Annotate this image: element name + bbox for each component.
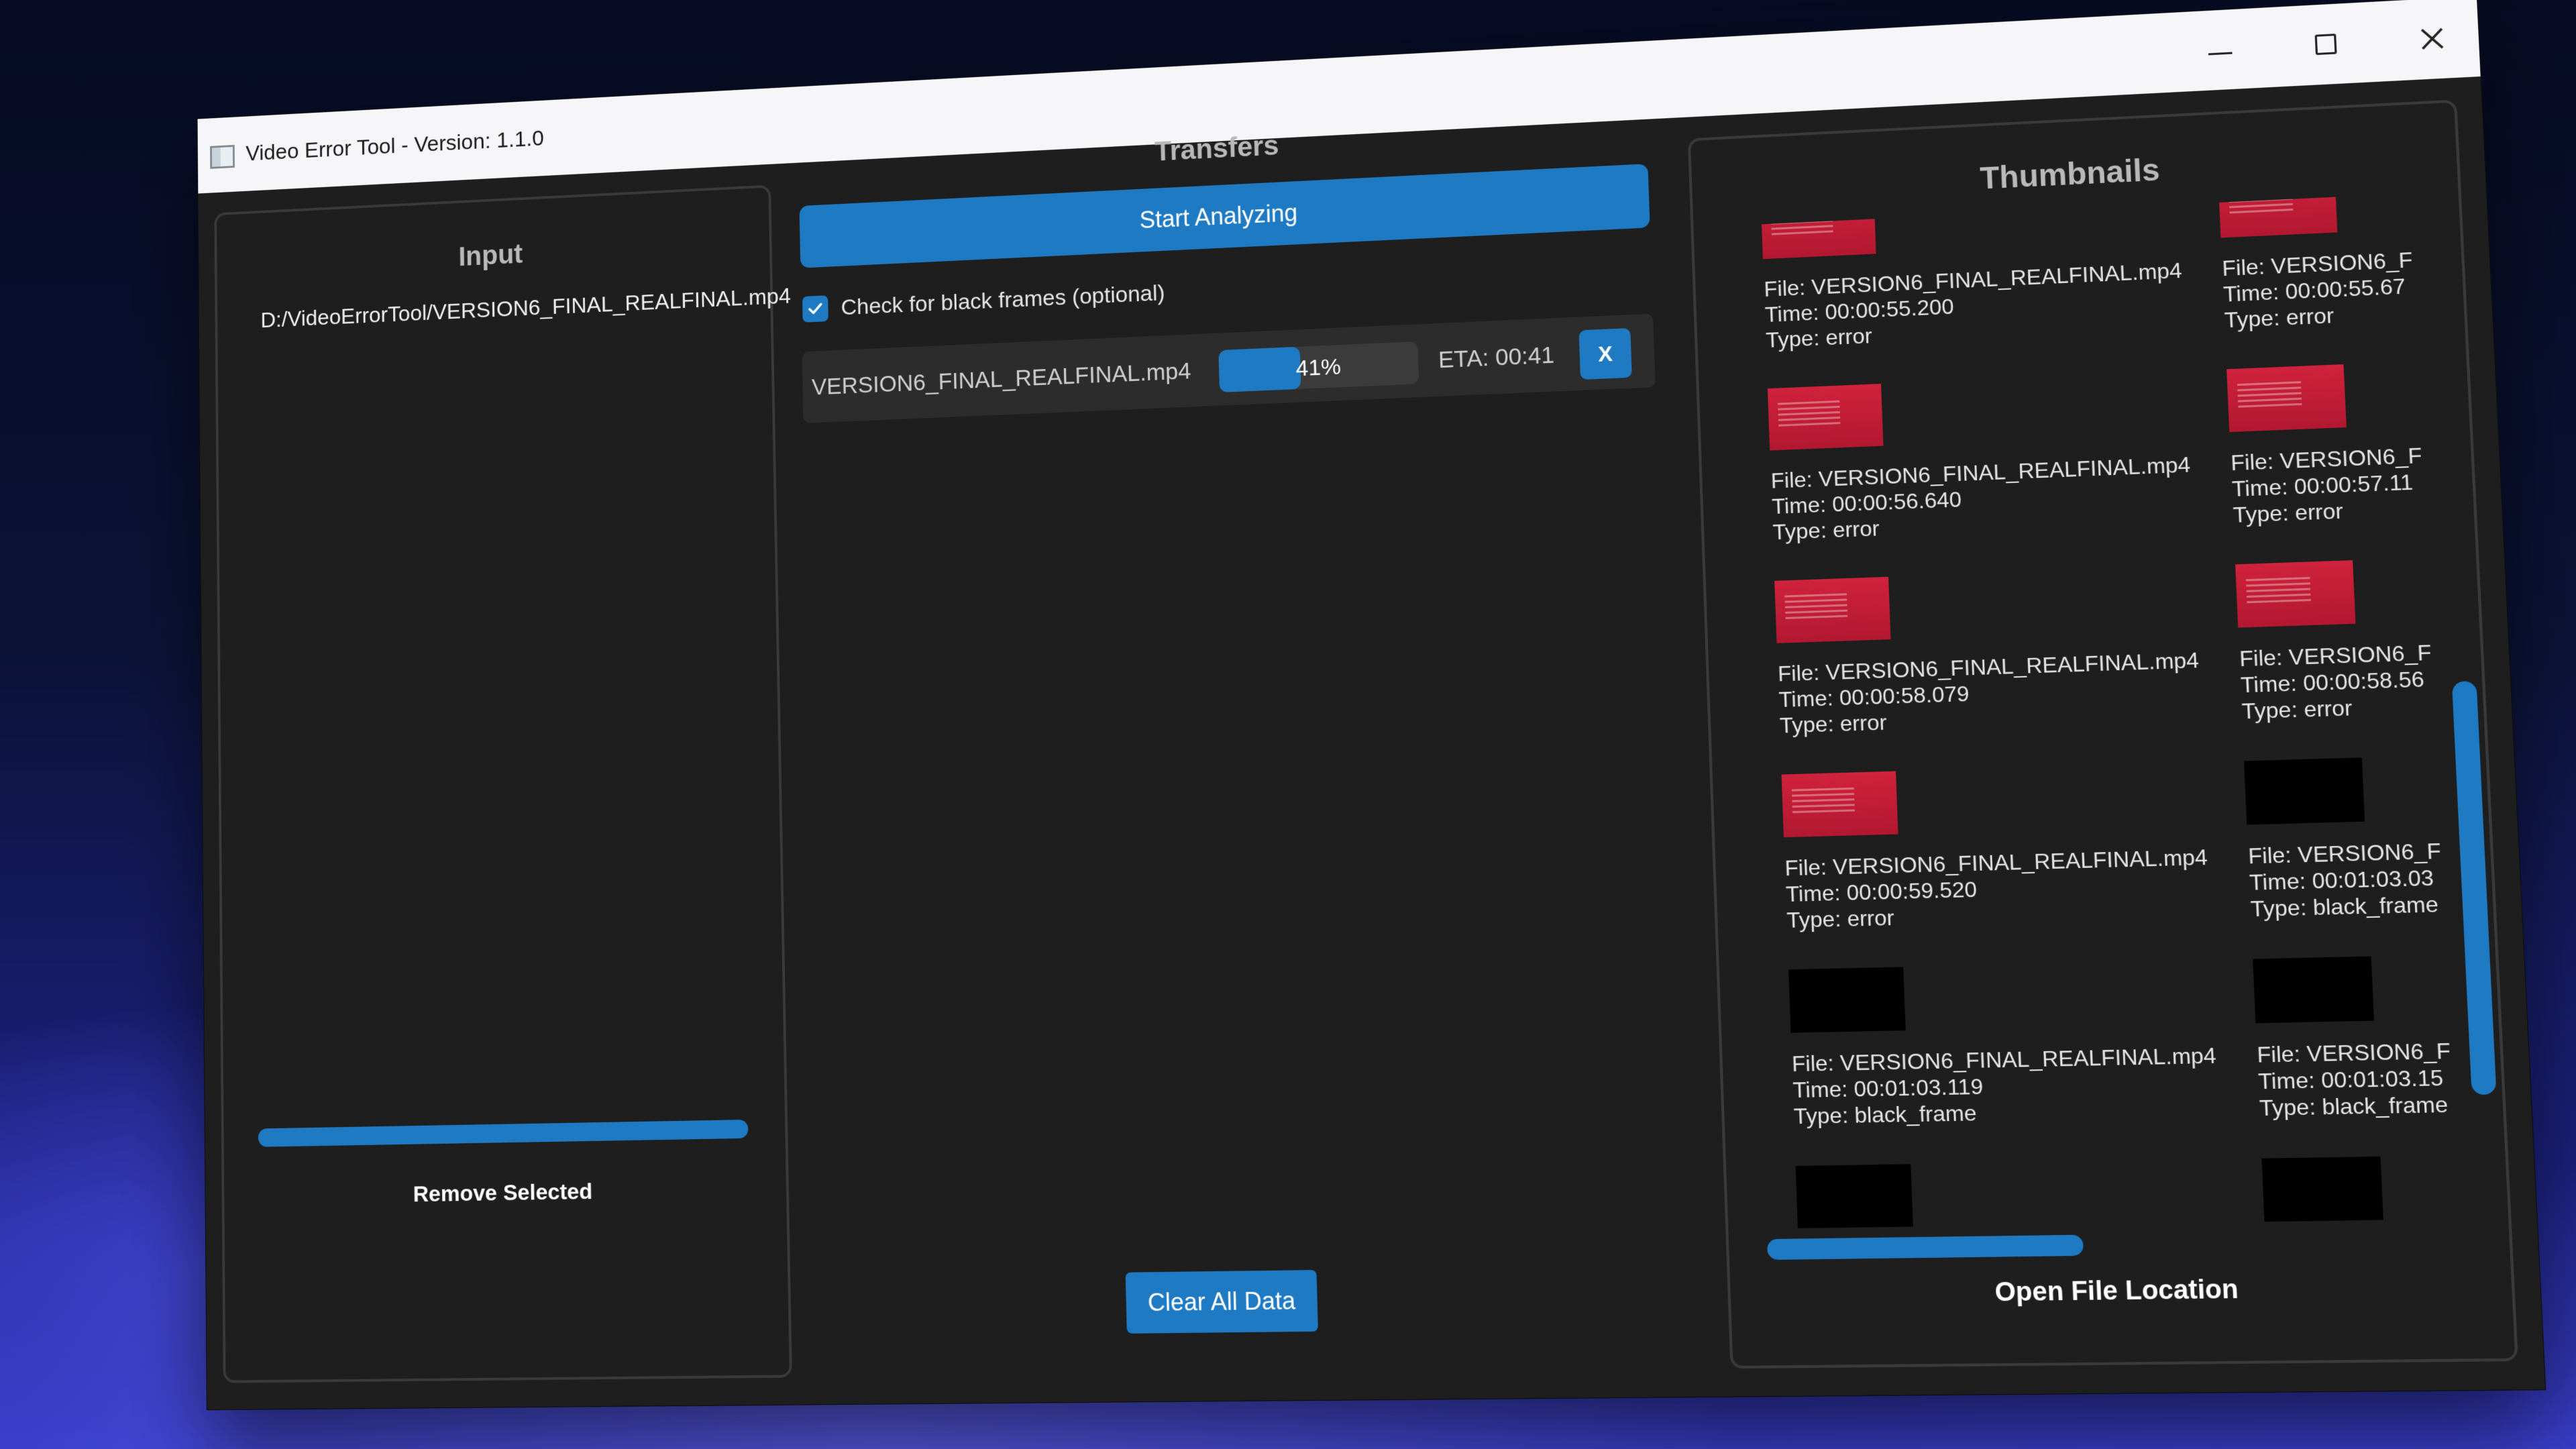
minimize-icon — [2208, 51, 2233, 55]
thumbnail-details: File: VERSION6_FINAL_REALFINAL.mp4 Time: … — [2247, 831, 2460, 922]
thumbnail-item[interactable]: File: VERSION6_FINAL_REALFINAL.mp4Time: … — [1774, 565, 2229, 771]
maximize-icon — [2314, 34, 2337, 56]
thumbnail-item[interactable]: File: VERSION6_FINAL_REALFINAL.mp4Time: … — [2218, 193, 2459, 366]
thumbnail-file: File: VERSION6_FINAL_REALFINAL.mp4 — [2247, 832, 2460, 869]
thumbnail-scroll-area[interactable]: File: VERSION6_FINAL_REALFINAL.mp4 Time: … — [1762, 193, 2459, 1228]
desktop-background: Video Error Tool - Version: 1.1.0 Input … — [0, 0, 2576, 1449]
error-frame-thumbnail[interactable] — [2218, 193, 2338, 238]
black-frame-thumbnail[interactable] — [1788, 967, 1906, 1033]
thumbnail-item[interactable]: File: VERSION6_FINAL_REALFINAL.mp4Time: … — [2261, 1151, 2459, 1228]
black-frames-label: Check for black frames (optional) — [841, 280, 1165, 320]
app-window: Video Error Tool - Version: 1.1.0 Input … — [197, 0, 2546, 1410]
thumbnail-item[interactable]: File: VERSION6_FINAL_REALFINAL.mp4Time: … — [2253, 949, 2459, 1155]
open-file-location-button[interactable]: Open File Location — [1730, 1271, 2512, 1311]
thumbnail-file: File: VERSION6_FINAL_REALFINAL.mp4 — [2256, 1033, 2460, 1067]
transfer-eta: ETA: 00:41 — [1438, 341, 1555, 374]
transfer-progress-bar: 41% — [1218, 341, 1419, 393]
window-title: Video Error Tool - Version: 1.1.0 — [246, 125, 545, 166]
transfer-file-name: VERSION6_FINAL_REALFINAL.mp4 — [811, 358, 1191, 400]
error-frame-thumbnail[interactable] — [1781, 771, 1898, 838]
thumbnail-item[interactable]: File: VERSION6_FINAL_REALFINAL.mp4Time: … — [1767, 370, 2221, 578]
start-analyzing-button[interactable]: Start Analyzing — [799, 164, 1650, 268]
black-frame-thumbnail[interactable] — [1795, 1164, 1913, 1228]
cancel-transfer-button[interactable]: X — [1578, 327, 1632, 380]
thumbnails-vertical-scrollbar[interactable] — [2451, 681, 2497, 1095]
thumbnails-panel: Thumbnails File: VERSION6_FINAL_REALFINA… — [1687, 99, 2518, 1369]
thumbnail-item[interactable]: File: VERSION6_FINAL_REALFINAL.mp4Time: … — [1762, 193, 2212, 385]
close-icon — [2417, 24, 2447, 53]
remove-selected-button[interactable]: Remove Selected — [224, 1176, 786, 1211]
clear-all-data-button[interactable]: Clear All Data — [1125, 1270, 1318, 1334]
thumbnail-details: File: VERSION6_FINAL_REALFINAL.mp4 Time: … — [1784, 844, 2210, 933]
thumbnail-item[interactable]: File: VERSION6_FINAL_REALFINAL.mp4Time: … — [2244, 747, 2459, 955]
thumbnail-file: File: VERSION6_FINAL_REALFINAL.mp4 — [2221, 236, 2460, 281]
thumbnail-item[interactable]: File: VERSION6_FINAL_REALFINAL.mp4Time: … — [2226, 350, 2459, 561]
close-button[interactable] — [2385, 6, 2480, 72]
thumbnail-details: File: VERSION6_FINAL_REALFINAL.mp4 Time: … — [1777, 647, 2202, 738]
thumbnails-horizontal-scrollbar[interactable] — [1766, 1234, 2084, 1260]
input-file-path[interactable]: D:/VideoErrorTool/VERSION6_FINAL_REALFIN… — [260, 284, 791, 333]
thumbnail-file: File: VERSION6_FINAL_REALFINAL.mp4 — [2239, 632, 2460, 672]
error-frame-thumbnail[interactable] — [2226, 364, 2347, 433]
error-frame-thumbnail[interactable] — [1774, 576, 1891, 643]
input-panel: Input D:/VideoErrorTool/VERSION6_FINAL_R… — [214, 184, 792, 1383]
black-frame-thumbnail[interactable] — [2261, 1156, 2383, 1224]
maximize-button[interactable] — [2279, 11, 2373, 77]
thumbnail-file: File: VERSION6_FINAL_REALFINAL.mp4 — [2230, 433, 2460, 476]
black-frames-option[interactable]: Check for black frames (optional) — [802, 280, 1165, 323]
transfer-item: VERSION6_FINAL_REALFINAL.mp4 41% ETA: 00… — [802, 313, 1656, 423]
thumbnail-details: File: VERSION6_FINAL_REALFINAL.mp4 Time: … — [2239, 631, 2459, 724]
thumbnail-item[interactable]: File: VERSION6_FINAL_REALFINAL.mp4Time: … — [1781, 761, 2239, 966]
input-panel-title: Input — [458, 238, 523, 272]
thumbnail-item[interactable]: File: VERSION6_FINAL_REALFINAL.mp4Time: … — [2235, 548, 2459, 757]
input-horizontal-scrollbar[interactable] — [258, 1119, 749, 1147]
thumbnail-item[interactable]: File: VERSION6_FINAL_REALFINAL.mp4Time: … — [1788, 959, 2247, 1163]
thumbnail-details: File: VERSION6_FINAL_REALFINAL.mp4 Time: … — [2222, 235, 2460, 333]
thumbnail-details: File: VERSION6_FINAL_REALFINAL.mp4 Time: … — [1791, 1042, 2219, 1130]
black-frame-thumbnail[interactable] — [2244, 757, 2365, 825]
thumbnail-details: File: VERSION6_FINAL_REALFINAL.mp4 Time: … — [2230, 433, 2460, 528]
black-frame-thumbnail[interactable] — [2253, 956, 2375, 1024]
error-frame-thumbnail[interactable] — [2235, 560, 2356, 628]
thumbnail-item[interactable]: File: VERSION6_FINAL_REALFINAL.mp4Time: … — [1795, 1159, 2256, 1228]
error-frame-thumbnail[interactable] — [1767, 384, 1884, 451]
app-icon — [210, 144, 235, 169]
thumbnail-details: File: VERSION6_FINAL_REALFINAL.mp4 Time: … — [1764, 258, 2185, 354]
black-frames-checkbox[interactable] — [802, 295, 828, 323]
thumbnail-details: File: VERSION6_FINAL_REALFINAL.mp4 Time: … — [2257, 1032, 2460, 1121]
thumbnail-details: File: VERSION6_FINAL_REALFINAL.mp4 Time: … — [1770, 451, 2193, 545]
checkmark-icon — [806, 299, 824, 318]
minimize-button[interactable] — [2174, 17, 2267, 83]
